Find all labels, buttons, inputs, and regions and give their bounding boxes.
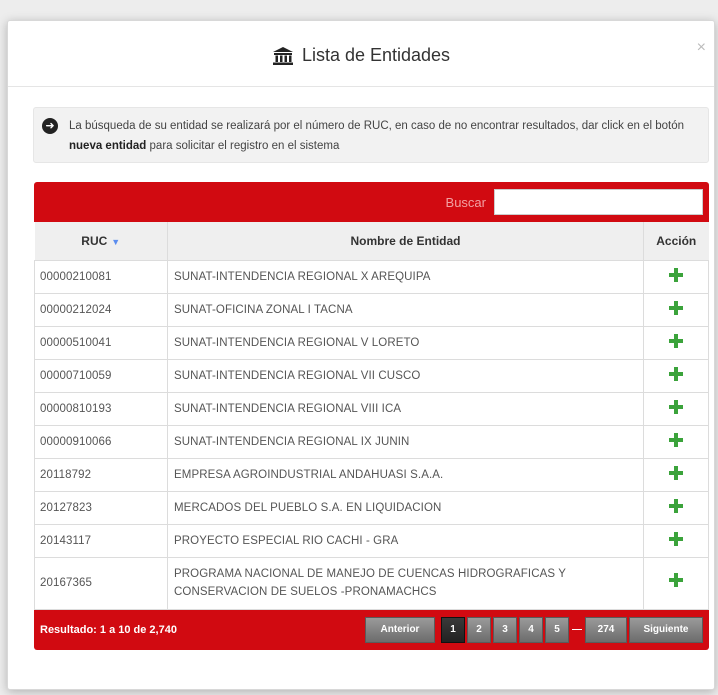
info-notice: ➜ La búsqueda de su entidad se realizará… (33, 107, 709, 163)
table-row: 00000910066 SUNAT-INTENDENCIA REGIONAL I… (34, 425, 709, 459)
ruc-cell: 20118792 (34, 458, 168, 492)
table-row: 20118792 EMPRESA AGROINDUSTRIAL ANDAHUAS… (34, 458, 709, 492)
add-entity-icon[interactable] (669, 499, 683, 513)
search-label: Buscar (445, 194, 486, 210)
entity-name-cell: PROGRAMA NACIONAL DE MANEJO DE CUENCAS H… (167, 557, 644, 610)
pagination: Anterior 1 2 3 4 5 274 Siguiente (363, 616, 703, 643)
entity-name-cell: MERCADOS DEL PUEBLO S.A. EN LIQUIDACION (167, 491, 644, 525)
entity-name-cell: SUNAT-INTENDENCIA REGIONAL X AREQUIPA (167, 260, 644, 294)
ruc-cell: 20143117 (34, 524, 168, 558)
ruc-cell: 00000710059 (34, 359, 168, 393)
column-header-ruc-label: RUC (81, 233, 108, 248)
entity-table-panel: Buscar RUC ▼ Nombre de Entidad Acción 00… (34, 182, 709, 650)
column-header-nombre: Nombre de Entidad (167, 222, 644, 261)
prev-page-button[interactable]: Anterior (365, 616, 435, 643)
info-text-after: para solicitar el registro en el sistema (146, 140, 340, 152)
info-text-before: La búsqueda de su entidad se realizará p… (69, 120, 684, 132)
entity-name-cell: SUNAT-INTENDENCIA REGIONAL V LORETO (167, 326, 644, 360)
entity-name-cell: SUNAT-OFICINA ZONAL I TACNA (167, 293, 644, 327)
next-page-button[interactable]: Siguiente (629, 616, 703, 643)
add-entity-icon[interactable] (669, 573, 683, 587)
action-cell (643, 458, 709, 492)
column-header-nombre-label: Nombre de Entidad (350, 233, 461, 248)
page-ellipsis-separator (572, 629, 582, 630)
table-row: 00000212024 SUNAT-OFICINA ZONAL I TACNA (34, 293, 709, 327)
table-row: 20167365 PROGRAMA NACIONAL DE MANEJO DE … (34, 557, 709, 610)
action-cell (643, 425, 709, 459)
action-cell (643, 557, 709, 610)
ruc-cell: 00000810193 (34, 392, 168, 426)
action-cell (643, 491, 709, 525)
ruc-cell: 20167365 (34, 557, 168, 610)
entity-name-cell: SUNAT-INTENDENCIA REGIONAL VII CUSCO (167, 359, 644, 393)
page-button-3[interactable]: 3 (493, 616, 517, 643)
add-entity-icon[interactable] (669, 466, 683, 480)
last-page-button[interactable]: 274 (585, 616, 627, 643)
pagination-bar: Resultado: 1 a 10 de 2,740 Anterior 1 2 … (34, 609, 709, 650)
ruc-cell: 00000210081 (34, 260, 168, 294)
add-entity-icon[interactable] (669, 433, 683, 447)
table-row: 20127823 MERCADOS DEL PUEBLO S.A. EN LIQ… (34, 491, 709, 525)
action-cell (643, 293, 709, 327)
column-header-accion: Acción (643, 222, 709, 261)
bank-icon (272, 46, 294, 66)
table-header-row: RUC ▼ Nombre de Entidad Acción (34, 222, 709, 261)
entity-name-cell: PROYECTO ESPECIAL RIO CACHI - GRA (167, 524, 644, 558)
action-cell (643, 260, 709, 294)
page-button-5[interactable]: 5 (545, 616, 569, 643)
add-entity-icon[interactable] (669, 268, 683, 282)
entity-table: RUC ▼ Nombre de Entidad Acción 0000021008… (34, 222, 709, 610)
table-row: 00000810193 SUNAT-INTENDENCIA REGIONAL V… (34, 392, 709, 426)
ruc-cell: 00000510041 (34, 326, 168, 360)
add-entity-icon[interactable] (669, 532, 683, 546)
sort-desc-icon[interactable]: ▼ (111, 237, 120, 247)
column-header-accion-label: Acción (656, 233, 697, 248)
arrow-circle-right-icon: ➜ (42, 118, 58, 134)
ruc-cell: 00000212024 (34, 293, 168, 327)
info-text-bold: nueva entidad (69, 140, 147, 152)
table-row: 20143117 PROYECTO ESPECIAL RIO CACHI - G… (34, 524, 709, 558)
add-entity-icon[interactable] (669, 334, 683, 348)
table-row: 00000210081 SUNAT-INTENDENCIA REGIONAL X… (34, 260, 709, 294)
entity-list-modal: Lista de Entidades × ➜ La búsqueda de su… (7, 20, 715, 690)
action-cell (643, 392, 709, 426)
ruc-cell: 20127823 (34, 491, 168, 525)
entity-name-cell: EMPRESA AGROINDUSTRIAL ANDAHUASI S.A.A. (167, 458, 644, 492)
action-cell (643, 326, 709, 360)
action-cell (643, 359, 709, 393)
column-header-ruc[interactable]: RUC ▼ (34, 222, 168, 261)
entity-name-cell: SUNAT-INTENDENCIA REGIONAL IX JUNIN (167, 425, 644, 459)
result-count: Resultado: 1 a 10 de 2,740 (40, 623, 177, 636)
table-row: 00000710059 SUNAT-INTENDENCIA REGIONAL V… (34, 359, 709, 393)
page-title: Lista de Entidades (301, 45, 451, 65)
close-icon[interactable]: × (697, 39, 706, 57)
search-bar: Buscar (34, 182, 709, 222)
add-entity-icon[interactable] (669, 301, 683, 315)
modal-title-group: Lista de Entidades (272, 45, 450, 66)
page-button-1[interactable]: 1 (441, 616, 465, 643)
page-button-2[interactable]: 2 (467, 616, 491, 643)
ruc-cell: 00000910066 (34, 425, 168, 459)
entity-name-cell: SUNAT-INTENDENCIA REGIONAL VIII ICA (167, 392, 644, 426)
action-cell (643, 524, 709, 558)
modal-header: Lista de Entidades × (8, 21, 714, 87)
search-input[interactable] (494, 189, 703, 215)
page-button-4[interactable]: 4 (519, 616, 543, 643)
add-entity-icon[interactable] (669, 367, 683, 381)
table-row: 00000510041 SUNAT-INTENDENCIA REGIONAL V… (34, 326, 709, 360)
add-entity-icon[interactable] (669, 400, 683, 414)
